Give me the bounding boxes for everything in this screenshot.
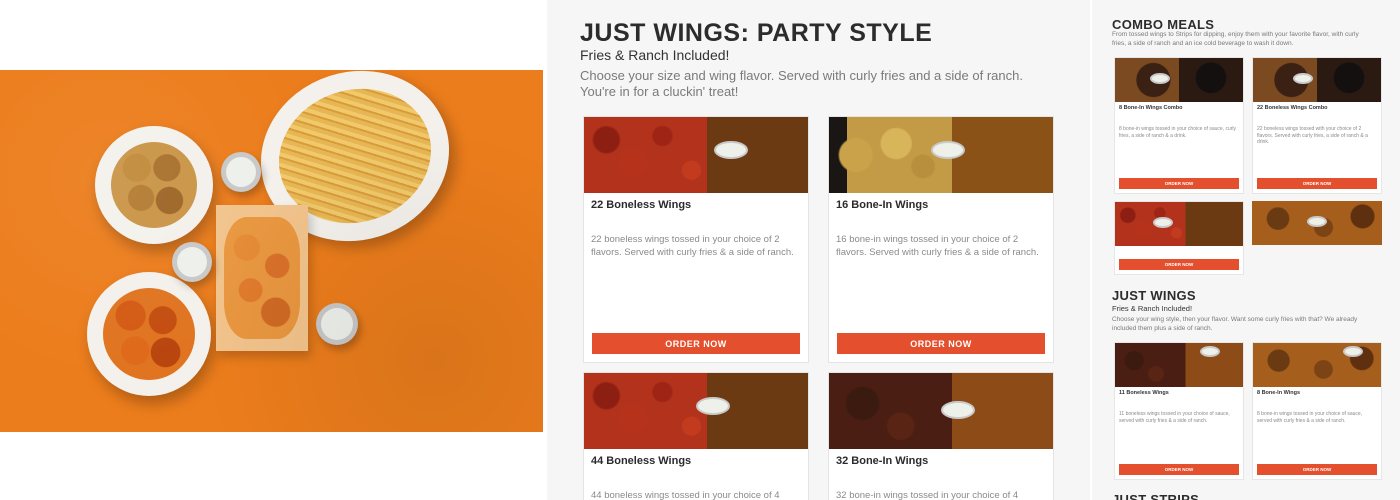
combo-card (1252, 201, 1382, 275)
item-name: 22 Boneless Wings Combo (1257, 105, 1328, 111)
menu-card: 44 Boneless Wings 44 boneless wings toss… (583, 372, 809, 500)
item-description: 8 bone-in wings tossed in your choice of… (1119, 126, 1237, 139)
item-description: 44 boneless wings tossed in your choice … (591, 490, 780, 500)
menu-card: 22 Boneless Wings 22 boneless wings toss… (583, 116, 809, 363)
ranch-cup-icon (172, 242, 212, 282)
just-wings-title: JUST WINGS (1112, 288, 1196, 303)
wings-photo (829, 373, 1053, 449)
platter-fries (238, 70, 472, 266)
order-now-button[interactable]: ORDER NOW (1119, 259, 1239, 270)
item-description: 22 boneless wings tossed with your choic… (1257, 126, 1368, 145)
order-now-button[interactable]: ORDER NOW (1119, 178, 1239, 189)
order-now-button[interactable]: ORDER NOW (1257, 464, 1377, 475)
item-name: 44 Boneless Wings (591, 455, 692, 467)
section-description: Choose your size and wing flavor. Served… (580, 68, 1023, 99)
hero-food-photo (0, 70, 543, 432)
order-now-button[interactable]: ORDER NOW (837, 333, 1045, 354)
paper-bone-in-wings (216, 205, 308, 351)
combo-card: 22 Boneless Wings Combo 22 boneless wing… (1252, 57, 1382, 194)
hero-panel (0, 0, 547, 500)
plate-boneless-wings (95, 126, 213, 244)
menu-page: JUST WINGS: PARTY STYLE Fries & Ranch In… (0, 0, 1400, 500)
combo-title: COMBO MEALS (1112, 17, 1215, 32)
combo-photo (1252, 201, 1382, 245)
order-now-button[interactable]: ORDER NOW (1119, 464, 1239, 475)
item-name: 22 Boneless Wings (591, 199, 692, 211)
order-now-button[interactable]: ORDER NOW (1257, 178, 1377, 189)
wings-photo (584, 373, 808, 449)
item-name: 32 Bone-In Wings (836, 455, 929, 467)
party-style-section: JUST WINGS: PARTY STYLE Fries & Ranch In… (547, 0, 1090, 500)
wings-photo (1115, 343, 1243, 387)
just-strips-title: JUST STRIPS (1112, 492, 1200, 500)
section-subtitle: Fries & Ranch Included! (580, 47, 730, 63)
just-wings-subtitle: Fries & Ranch Included! (1112, 304, 1193, 313)
plate-buffalo-wings (87, 272, 211, 396)
just-wings-description: Choose your wing style, then your flavor… (1112, 316, 1358, 332)
item-name: 8 Bone-In Wings Combo (1119, 105, 1183, 111)
menu-card: 16 Bone-In Wings 16 bone-in wings tossed… (828, 116, 1054, 363)
menu-card: 32 Bone-In Wings 32 bone-in wings tossed… (828, 372, 1054, 500)
item-name: 16 Bone-In Wings (836, 199, 929, 211)
section-title: JUST WINGS: PARTY STYLE (580, 19, 933, 47)
item-description: 32 bone-in wings tossed in your choice o… (836, 490, 1019, 500)
combo-description: From tossed wings to Strips for dipping,… (1112, 31, 1359, 47)
wings-photo (829, 117, 1053, 193)
wings-photo (1253, 343, 1381, 387)
item-description: 16 bone-in wings tossed in your choice o… (836, 234, 1039, 258)
item-description: 11 boneless wings tossed in your choice … (1119, 411, 1230, 424)
wings-photo (584, 117, 808, 193)
wings-card: 11 Boneless Wings 11 boneless wings toss… (1114, 342, 1244, 480)
item-description: 8 bone-in wings tossed in your choice of… (1257, 411, 1363, 424)
item-name: 11 Boneless Wings (1119, 390, 1169, 396)
wings-card: 8 Bone-In Wings 8 bone-in wings tossed i… (1252, 342, 1382, 480)
combo-photo (1253, 58, 1381, 102)
combo-card: ORDER NOW (1114, 201, 1244, 275)
ranch-cup-icon (221, 152, 261, 192)
item-description: 22 boneless wings tossed in your choice … (591, 234, 794, 258)
combo-card: 8 Bone-In Wings Combo 8 bone-in wings to… (1114, 57, 1244, 194)
combo-photo (1115, 58, 1243, 102)
item-name: 8 Bone-In Wings (1257, 390, 1301, 396)
ranch-cup-icon (316, 303, 358, 345)
menu-sidebar-preview: COMBO MEALS From tossed wings to Strips … (1092, 0, 1400, 500)
order-now-button[interactable]: ORDER NOW (592, 333, 800, 354)
combo-photo (1115, 202, 1243, 246)
